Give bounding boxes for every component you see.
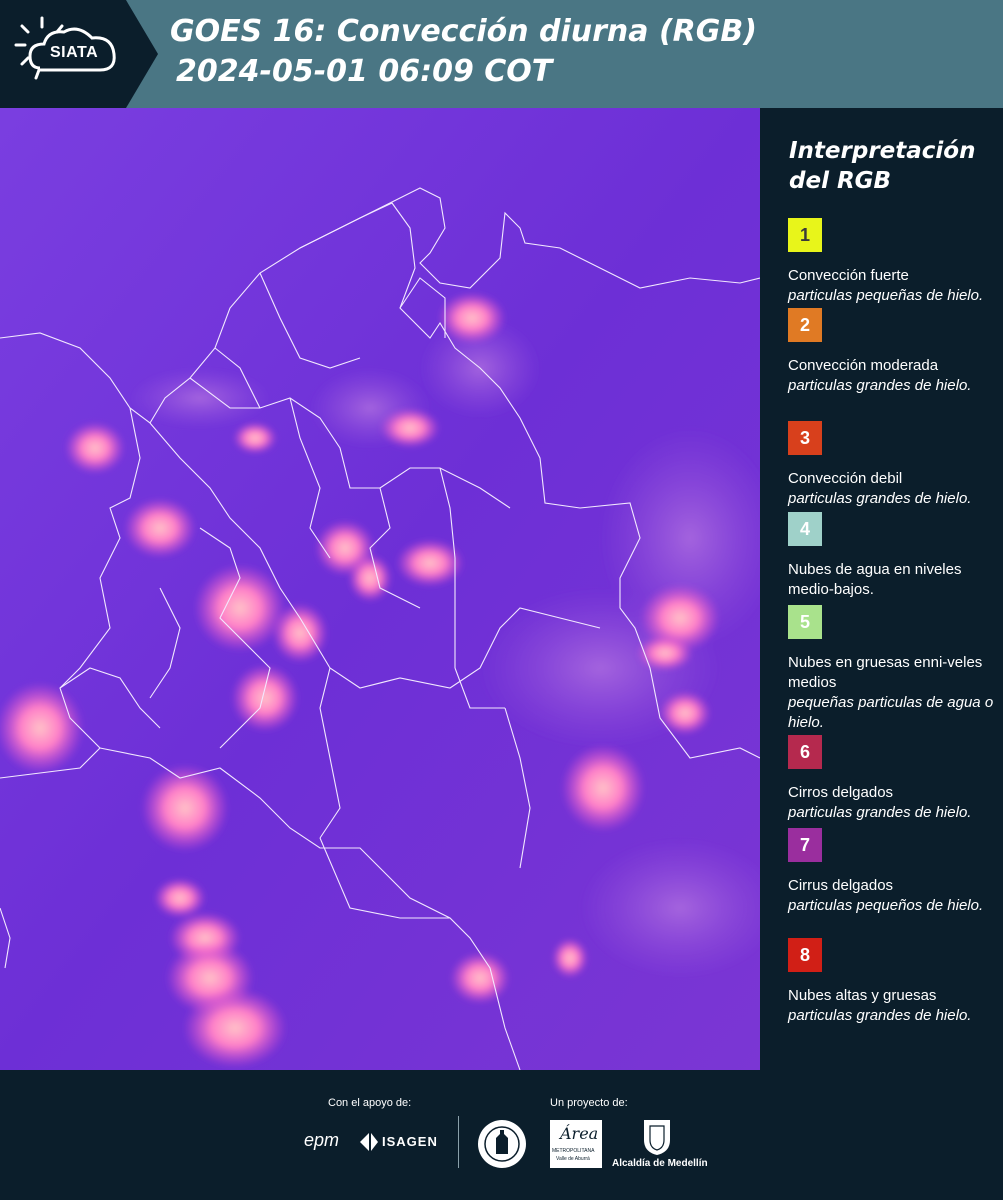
footer: Con el apoyo de: Un proyecto de: epm ISA… xyxy=(0,1070,1003,1200)
legend-title-line2: del RGB xyxy=(789,168,892,194)
legend-item-5: 5 Nubes en gruesas enni-veles medios peq… xyxy=(788,605,998,733)
area-sub1: METROPOLITANA xyxy=(552,1148,595,1154)
legend-swatch: 4 xyxy=(788,512,822,546)
isagen-icon xyxy=(360,1133,378,1151)
legend-item-7: 7 Cirrus delgados particulas pequeños de… xyxy=(788,828,998,916)
legend-desc: particulas pequeñas de hielo. xyxy=(788,287,984,304)
isagen-label: ISAGEN xyxy=(382,1134,438,1149)
siata-logo: SIATA xyxy=(0,0,158,108)
legend-item-3: 3 Convección debil particulas grandes de… xyxy=(788,421,998,509)
footer-divider xyxy=(458,1116,459,1168)
seal-logo xyxy=(478,1120,526,1168)
support-caption: Con el apoyo de: xyxy=(328,1097,412,1109)
area-sub2: Valle de Aburrá xyxy=(556,1156,590,1162)
legend-swatch: 1 xyxy=(788,218,822,252)
area-logo-text: Área xyxy=(560,1124,599,1143)
legend-swatch: 5 xyxy=(788,605,822,639)
satellite-map xyxy=(0,108,762,1070)
legend-label: Cirros delgados xyxy=(788,784,894,801)
legend-desc: particulas grandes de hielo. xyxy=(788,804,972,821)
legend-desc: particulas grandes de hielo. xyxy=(788,377,972,394)
legend-label: Convección fuerte xyxy=(788,267,909,284)
legend-swatch: 8 xyxy=(788,938,822,972)
legend-label: Convección moderada xyxy=(788,357,939,374)
page-timestamp: 2024-05-01 06:09 COT xyxy=(176,54,553,89)
legend-panel: Interpretación del RGB 1 Convección fuer… xyxy=(762,108,1003,1070)
rgb-composite-image xyxy=(0,108,760,1070)
legend-item-8: 8 Nubes altas y gruesas particulas grand… xyxy=(788,938,998,1026)
alcaldia-label: Alcaldía de Medellín xyxy=(612,1158,708,1169)
legend-desc: particulas grandes de hielo. xyxy=(788,490,972,507)
legend-item-4: 4 Nubes de agua en niveles medio-bajos. xyxy=(788,512,998,600)
legend-desc: particulas grandes de hielo. xyxy=(788,1007,972,1024)
legend-swatch: 3 xyxy=(788,421,822,455)
legend-label: Nubes en gruesas enni-veles medios xyxy=(788,654,983,691)
legend-label: Nubes de agua en niveles medio-bajos. xyxy=(788,561,962,598)
epm-logo: epm xyxy=(304,1130,340,1150)
alcaldia-shield-icon xyxy=(644,1120,670,1155)
area-metropolitana-logo: Área METROPOLITANA Valle de Aburrá xyxy=(550,1120,602,1168)
legend-item-2: 2 Convección moderada particulas grandes… xyxy=(788,308,998,396)
brand-name: SIATA xyxy=(50,44,99,61)
header: SIATA GOES 16: Convección diurna (RGB) 2… xyxy=(0,0,1003,108)
legend-swatch: 2 xyxy=(788,308,822,342)
legend-desc: pequeñas particulas de agua o hielo. xyxy=(788,694,994,731)
legend-title-line1: Interpretación xyxy=(789,138,976,164)
legend-item-6: 6 Cirros delgados particulas grandes de … xyxy=(788,735,998,823)
legend-title: Interpretación del RGB xyxy=(789,136,989,196)
legend-item-1: 1 Convección fuerte particulas pequeñas … xyxy=(788,218,998,306)
legend-swatch: 7 xyxy=(788,828,822,862)
legend-label: Convección debil xyxy=(788,470,903,487)
legend-swatch: 6 xyxy=(788,735,822,769)
legend-desc: particulas pequeños de hielo. xyxy=(788,897,984,914)
legend-label: Cirrus delgados xyxy=(788,877,894,894)
legend-label: Nubes altas y gruesas xyxy=(788,987,937,1004)
project-caption: Un proyecto de: xyxy=(550,1097,628,1109)
page-title: GOES 16: Convección diurna (RGB) xyxy=(170,14,757,49)
